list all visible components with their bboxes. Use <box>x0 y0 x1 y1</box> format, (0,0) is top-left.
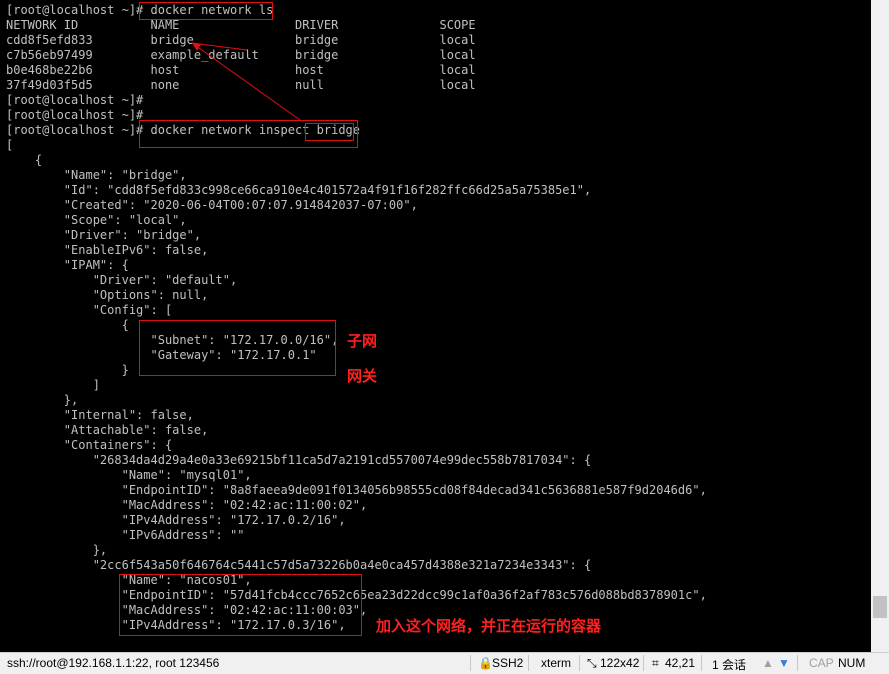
scroll-up-icon[interactable]: ▲ <box>762 656 774 670</box>
vertical-scrollbar[interactable] <box>871 0 889 652</box>
container-annotation: 加入这个网络，并正在运行的容器 <box>376 617 602 635</box>
size-icon: ⤡ <box>587 656 597 670</box>
num-lock-indicator: NUM <box>838 656 866 670</box>
lock-icon: 🔒 <box>478 656 493 670</box>
subnet-annotation: 子网 <box>347 332 378 350</box>
cursor-position: 42,21 <box>665 656 696 670</box>
gateway-annotation: 网关 <box>347 367 378 385</box>
terminal-area[interactable]: [root@localhost ~]# docker network ls NET… <box>0 0 871 652</box>
protocol-status: SSH2 <box>492 656 524 670</box>
scroll-down-icon[interactable]: ▼ <box>778 656 790 670</box>
status-bar: ssh://root@192.168.1.1:22, root 123456 🔒… <box>0 652 889 674</box>
status-divider <box>797 655 798 671</box>
terminal-type: xterm <box>541 656 571 670</box>
caps-lock-indicator: CAP <box>809 656 834 670</box>
status-divider <box>470 655 471 671</box>
status-divider <box>579 655 580 671</box>
status-divider <box>528 655 529 671</box>
status-divider <box>643 655 644 671</box>
session-count: 1 会话 <box>712 658 747 672</box>
terminal-size: 122x42 <box>600 656 640 670</box>
connection-info: ssh://root@192.168.1.1:22, root 123456 <box>7 656 220 670</box>
scrollbar-thumb[interactable] <box>873 596 887 618</box>
arrow-annotation <box>191 42 301 121</box>
cursor-pos-icon: ⌗ <box>652 656 659 670</box>
status-divider <box>701 655 702 671</box>
